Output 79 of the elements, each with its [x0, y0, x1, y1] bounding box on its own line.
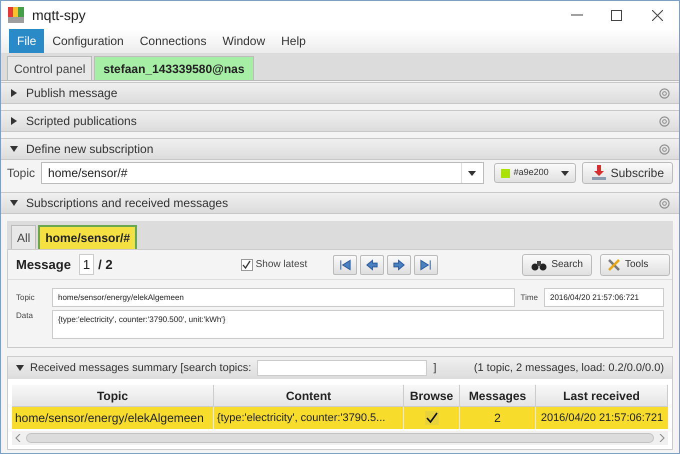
menu-item[interactable]: Configuration	[44, 29, 132, 53]
first-icon	[338, 258, 352, 272]
field-label: Time	[520, 292, 538, 304]
section-header[interactable]: Publish message	[1, 82, 679, 104]
previous-icon	[365, 258, 380, 272]
summary-stats: (1 topic, 2 messages, load: 0.2/0.0/0.0)	[474, 360, 664, 376]
settings-icon[interactable]	[659, 116, 670, 126]
topic-combo-field[interactable]: home/sensor/#	[41, 162, 484, 184]
tools-button[interactable]: Tools	[600, 254, 670, 276]
app-logo-icon	[8, 7, 24, 23]
first-button[interactable]	[333, 254, 358, 274]
column-header[interactable]: Last received	[536, 385, 668, 406]
maximize-icon[interactable]	[611, 10, 622, 20]
search-button[interactable]: Search	[522, 254, 592, 276]
field-label: Data	[16, 310, 34, 322]
bracket-text: ]	[433, 360, 436, 376]
table-cell: home/sensor/energy/elekAlgemeen	[12, 407, 214, 429]
column-header[interactable]: Messages	[460, 385, 536, 406]
subscription-tab[interactable]: All	[11, 225, 36, 249]
binoculars-icon	[531, 258, 548, 270]
menu-item[interactable]: File	[9, 29, 44, 53]
column-header[interactable]: Topic	[12, 385, 214, 406]
section-header[interactable]: Subscriptions and received messages	[1, 192, 679, 214]
browse-checkbox[interactable]	[424, 411, 438, 425]
close-icon[interactable]	[652, 10, 663, 20]
next-icon	[392, 258, 406, 272]
column-header[interactable]: Content	[214, 385, 404, 406]
menu-item[interactable]: Window	[214, 29, 274, 53]
search-topics-field[interactable]	[257, 360, 428, 376]
collapse-icon[interactable]	[10, 199, 18, 207]
column-header[interactable]: Browse	[404, 385, 460, 406]
section-title: Publish message	[26, 85, 118, 102]
connection-tab[interactable]: Control panel	[7, 56, 92, 80]
section-header[interactable]: Define new subscription	[1, 138, 679, 160]
expand-icon[interactable]	[10, 89, 18, 97]
next-button[interactable]	[387, 254, 412, 274]
last-button[interactable]	[414, 254, 438, 274]
section-title: Subscriptions and received messages	[26, 195, 228, 212]
dropdown-icon	[560, 170, 569, 176]
settings-icon[interactable]	[659, 88, 670, 98]
horizontal-scrollbar[interactable]	[12, 431, 668, 445]
section-header[interactable]: Scripted publications	[1, 110, 679, 132]
menu-item[interactable]: Help	[273, 29, 314, 53]
time-field[interactable]: 2016/04/20 21:57:06:721	[544, 288, 664, 307]
field-label: Topic	[16, 292, 36, 304]
color-picker[interactable]: #a9e200	[494, 163, 576, 183]
message-total: / 2	[98, 256, 113, 274]
table-row[interactable]: home/sensor/energy/elekAlgemeen {type:'electricity', counter:'3790.5... 2 2016/04/20 21:57:06:721	[12, 407, 668, 429]
tools-icon	[607, 258, 621, 272]
topic-field[interactable]: home/sensor/energy/elekAlgemeen	[52, 288, 515, 307]
subscribe-button[interactable]: Subscribe	[582, 162, 673, 184]
collapse-icon[interactable]	[10, 145, 18, 153]
message-label: Message	[16, 256, 71, 274]
last-icon	[419, 258, 434, 272]
scroll-right-icon[interactable]	[659, 434, 665, 442]
data-field[interactable]: {type:'electricity', counter:'3790.500', unit:'kWh'}	[52, 310, 664, 339]
menu-item[interactable]: Connections	[132, 29, 214, 53]
show-latest-checkbox[interactable]	[240, 258, 253, 270]
prev-button[interactable]	[360, 254, 384, 274]
settings-icon[interactable]	[659, 144, 670, 154]
table-cell-text: 2016/04/20 21:57:06:721	[540, 410, 664, 426]
field-label: Topic	[7, 165, 36, 182]
connection-tab[interactable]: stefaan_143339580@nas	[94, 56, 254, 80]
subscription-tab[interactable]: home/sensor/#	[38, 225, 138, 249]
collapse-icon[interactable]	[16, 364, 24, 372]
table-cell: {type:'electricity', counter:'3790.5...	[214, 407, 404, 429]
dropdown-icon	[468, 170, 476, 176]
message-index-field[interactable]: 1	[78, 254, 94, 276]
table-cell: 2	[460, 407, 536, 429]
checkbox-label: Show latest	[256, 258, 308, 272]
section-title: Received messages summary [search topics:	[30, 360, 252, 376]
section-header[interactable]: Received messages summary [search topics: ] (1 topic, 2 messages, load: 0.2/0.0/0.0)	[8, 357, 672, 379]
scroll-left-icon[interactable]	[15, 434, 21, 442]
window-title: mqtt-spy	[32, 6, 86, 25]
settings-icon[interactable]	[659, 198, 670, 208]
expand-icon[interactable]	[10, 117, 18, 125]
section-title: Define new subscription	[26, 141, 154, 158]
section-title: Scripted publications	[26, 113, 137, 130]
download-icon	[590, 165, 607, 181]
